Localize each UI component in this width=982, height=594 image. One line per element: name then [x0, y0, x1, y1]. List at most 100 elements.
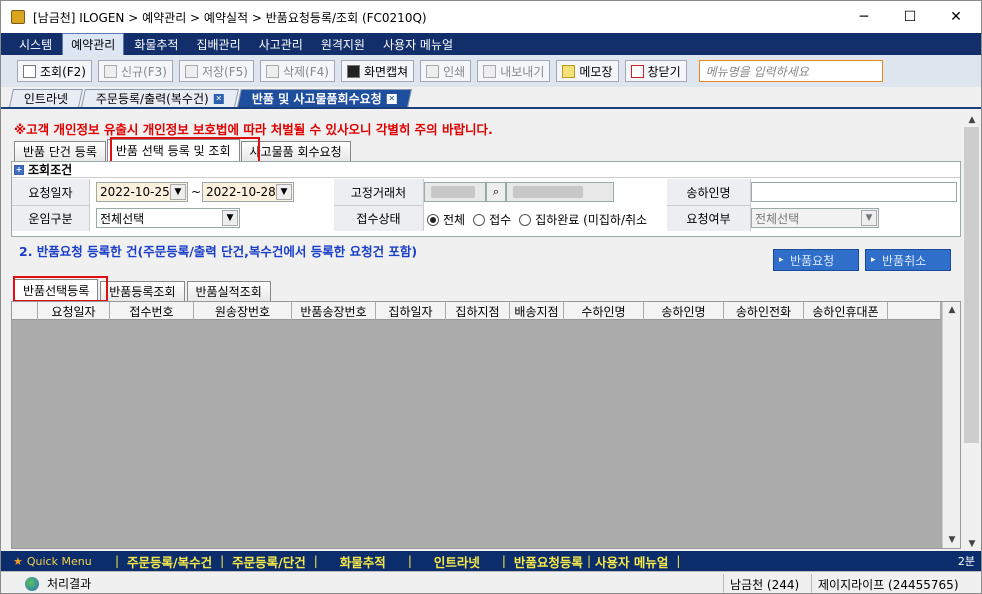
col-collect-branch[interactable]: 집하지점 — [446, 302, 510, 320]
col-return-invoice[interactable]: 반품송장번호 — [292, 302, 376, 320]
menu-search-input[interactable]: 메뉴명을 입력하세요 — [698, 60, 883, 82]
app-icon — [11, 10, 25, 24]
tab-return-register-query[interactable]: 반품등록조회 — [100, 281, 185, 301]
separator: | — [586, 554, 591, 568]
radio-all-mark — [427, 213, 439, 226]
status-company: 제이지라이프 (24455765) — [811, 574, 979, 593]
tab-return-result-query[interactable]: 반품실적조회 — [186, 281, 271, 301]
radio-received-mark — [473, 213, 486, 226]
search-button[interactable]: 조회(F2) — [17, 60, 92, 82]
chevron-down-icon[interactable]: ▼ — [222, 210, 238, 226]
memo-button[interactable]: 메모장 — [556, 60, 619, 82]
scroll-up-icon[interactable]: ▲ — [943, 302, 961, 318]
radio-all[interactable]: 전체 — [427, 211, 465, 228]
scroll-down-icon[interactable]: ▼ — [943, 532, 961, 548]
quick-menu-label[interactable]: ★ Quick Menu — [13, 555, 107, 568]
request-flag-select[interactable]: 전체선택 ▼ — [751, 208, 879, 228]
export-icon — [483, 64, 497, 78]
grid-header: 요청일자 접수번호 원송장번호 반품송장번호 집하일자 집하지점 배송지점 수하… — [12, 302, 940, 320]
scroll-down-icon[interactable]: ▼ — [963, 537, 981, 551]
menu-bar: 시스템 예약관리 화물추적 집배관리 사고관리 원격지원 사용자 메뉴얼 — [1, 32, 981, 56]
date-to-value: 2022-10-28 — [206, 185, 276, 199]
quick-link-return-request[interactable]: 반품요청등록 — [514, 552, 583, 571]
menu-remote[interactable]: 원격지원 — [313, 34, 373, 55]
sender-name-input[interactable] — [751, 182, 957, 202]
minimize-button[interactable]: ─ — [841, 1, 887, 33]
col-collect-date[interactable]: 집하일자 — [376, 302, 446, 320]
chevron-down-icon[interactable]: ▼ — [861, 210, 877, 226]
quick-link-manual[interactable]: 사용자 메뉴얼 — [595, 552, 668, 571]
date-from-field[interactable]: 2022-10-25 ▼ — [96, 182, 188, 202]
separator: | — [501, 554, 506, 568]
capture-label: 화면캡쳐 — [363, 64, 409, 79]
doc-tab-intranet[interactable]: 인트라넷 — [9, 89, 84, 107]
quick-link-order-multi[interactable]: 주문등록/복수건 — [127, 552, 212, 571]
radio-collected[interactable]: 집하완료 (미집하/취소 — [519, 211, 647, 228]
menu-tracking[interactable]: 화물추적 — [126, 34, 186, 55]
menu-system[interactable]: 시스템 — [11, 34, 60, 55]
close-window-button[interactable]: ✕ — [933, 1, 979, 33]
menu-accident[interactable]: 사고관리 — [251, 34, 311, 55]
doc-tab-return-request[interactable]: 반품 및 사고물품회수요청 ✕ — [237, 89, 412, 107]
radio-received[interactable]: 접수 — [473, 211, 511, 228]
date-from-value: 2022-10-25 — [100, 185, 170, 199]
radio-collected-label: 집하완료 (미집하/취소 — [535, 213, 648, 227]
date-to-field[interactable]: 2022-10-28 ▼ — [202, 182, 294, 202]
return-request-button[interactable]: 반품요청 — [773, 249, 859, 271]
close-screen-button[interactable]: 창닫기 — [624, 60, 687, 82]
session-time: 2분 — [957, 555, 975, 568]
col-original-invoice[interactable]: 원송장번호 — [194, 302, 292, 320]
camera-icon — [346, 64, 360, 78]
col-sender-mobile[interactable]: 송하인휴대폰 — [804, 302, 888, 320]
search-icon — [23, 64, 36, 78]
fixed-client-code-input[interactable] — [424, 182, 486, 202]
menu-manual[interactable]: 사용자 메뉴얼 — [375, 34, 461, 55]
quick-link-tracking[interactable]: 화물추적 — [340, 552, 386, 571]
close-tab-icon[interactable]: ✕ — [213, 93, 224, 104]
close-screen-icon — [630, 64, 644, 78]
col-request-date[interactable]: 요청일자 — [38, 302, 110, 320]
doc-tab-order-multi[interactable]: 주문등록/출력(복수건) ✕ — [81, 89, 239, 107]
chevron-down-icon[interactable]: ▼ — [170, 184, 186, 200]
chevron-down-icon[interactable]: ▼ — [276, 184, 292, 200]
highlight-box — [13, 276, 108, 302]
request-flag-label: 요청여부 — [667, 205, 751, 231]
print-button[interactable]: 인쇄 — [420, 60, 472, 82]
fare-type-select[interactable]: 전체선택 ▼ — [96, 208, 240, 228]
delete-button[interactable]: 삭제(F4) — [259, 60, 335, 82]
radio-collected-mark — [519, 213, 532, 226]
return-cancel-button[interactable]: 반품취소 — [865, 249, 951, 271]
quick-link-order-single[interactable]: 주문등록/단건 — [232, 552, 306, 571]
conditions-header: + 조회조건 — [12, 162, 960, 178]
new-button[interactable]: 신규(F3) — [97, 60, 173, 82]
scroll-up-icon[interactable]: ▲ — [963, 113, 981, 127]
maximize-button[interactable]: ☐ — [887, 1, 933, 33]
separator: | — [220, 554, 225, 568]
scroll-thumb[interactable] — [964, 127, 979, 443]
quick-link-intranet[interactable]: 인트라넷 — [434, 552, 480, 571]
redacted-text — [513, 186, 583, 198]
fixed-client-label: 고정거래처 — [334, 179, 424, 205]
magnifier-icon[interactable]: ⌕ — [486, 182, 506, 202]
page-scrollbar[interactable]: ▲ ▼ — [963, 113, 981, 551]
col-receiver-name[interactable]: 수하인명 — [564, 302, 644, 320]
delete-label: 삭제(F4) — [282, 64, 329, 79]
return-grid: 요청일자 접수번호 원송장번호 반품송장번호 집하일자 집하지점 배송지점 수하… — [11, 301, 961, 549]
col-sender-phone[interactable]: 송하인전화 — [724, 302, 804, 320]
tab-single-return[interactable]: 반품 단건 등록 — [14, 141, 106, 161]
save-button[interactable]: 저장(F5) — [178, 60, 254, 82]
capture-button[interactable]: 화면캡쳐 — [340, 60, 415, 82]
col-delivery-branch[interactable]: 배송지점 — [510, 302, 564, 320]
expand-icon[interactable]: + — [14, 164, 24, 175]
document-tabs: 인트라넷 주문등록/출력(복수건) ✕ 반품 및 사고물품회수요청 ✕ — [1, 89, 981, 109]
col-sender-name[interactable]: 송하인명 — [644, 302, 724, 320]
menu-collection[interactable]: 집배관리 — [188, 34, 248, 55]
close-tab-icon[interactable]: ✕ — [386, 93, 397, 104]
search-label: 조회(F2) — [40, 64, 86, 79]
grid-scrollbar[interactable]: ▲ ▼ — [942, 302, 960, 548]
export-button[interactable]: 내보내기 — [477, 60, 551, 82]
col-receipt-no[interactable]: 접수번호 — [110, 302, 194, 320]
delete-icon — [265, 64, 279, 78]
toolbar: 조회(F2) 신규(F3) 저장(F5) 삭제(F4) 화면캡쳐 인쇄 내보내기… — [1, 55, 981, 87]
menu-reservation[interactable]: 예약관리 — [62, 32, 125, 56]
